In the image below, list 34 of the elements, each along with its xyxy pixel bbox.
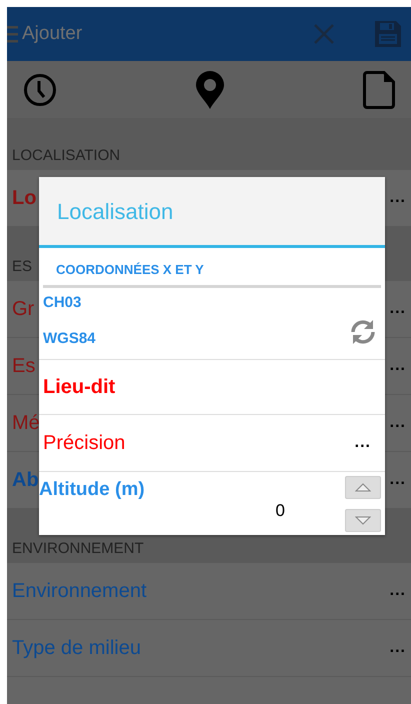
caret-down-icon: [355, 516, 371, 524]
section-header: LOCALISATION: [7, 118, 411, 170]
row-label: Mé: [12, 411, 40, 436]
more-indicator: ...: [390, 356, 406, 376]
row-label: Es: [12, 354, 36, 379]
decrement-button[interactable]: [345, 508, 381, 532]
field-label: Précision: [43, 430, 126, 456]
row-label: Gr: [12, 297, 34, 322]
list-row[interactable]: Type de milieu ...: [7, 620, 411, 677]
app-bar-title: Ajouter: [22, 22, 84, 46]
more-indicator: ...: [390, 470, 406, 490]
more-indicator: ...: [390, 581, 406, 601]
more-indicator: ...: [390, 188, 406, 208]
increment-button[interactable]: [345, 476, 381, 498]
coordinates-header: COORDONNÉES X ET Y: [43, 248, 381, 288]
coordinate-system[interactable]: CH03: [43, 292, 96, 314]
refresh-icon[interactable]: [349, 318, 377, 346]
row-label: Environnement: [12, 579, 147, 604]
document-icon[interactable]: [363, 70, 395, 108]
more-indicator[interactable]: ...: [354, 430, 371, 454]
row-label: Lo: [12, 186, 36, 211]
caret-up-icon: [355, 482, 371, 492]
dialog-title: Localisation: [39, 177, 385, 248]
coordinate-system[interactable]: WGS84: [43, 328, 96, 350]
row-label: Ab: [12, 468, 39, 493]
more-indicator: ...: [390, 299, 406, 319]
row-label: Type de milieu: [12, 636, 141, 661]
field-label: Lieu-dit: [43, 374, 116, 400]
field-label: Altitude (m): [39, 478, 145, 502]
list-row[interactable]: Environnement ...: [7, 563, 411, 620]
more-indicator: ...: [390, 413, 406, 433]
map-pin-icon[interactable]: [196, 70, 224, 108]
more-indicator: ...: [390, 638, 406, 658]
clock-icon[interactable]: [23, 72, 57, 106]
